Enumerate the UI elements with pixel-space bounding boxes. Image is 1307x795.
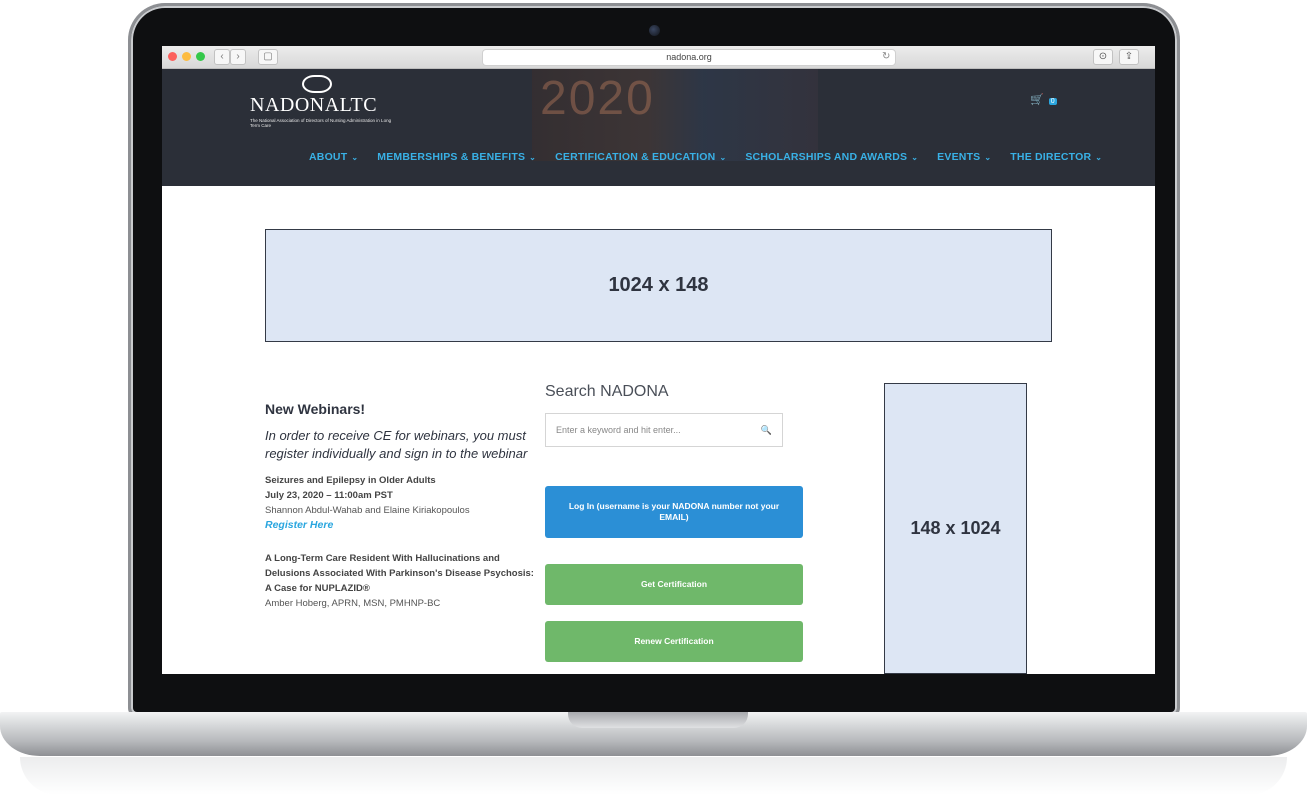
cart-icon: 🛒 [1030, 94, 1044, 106]
banner-text: 2020 [540, 72, 655, 125]
webinar-title: A Long-Term Care Resident With Hallucina… [265, 553, 534, 594]
chevron-down-icon: ⌄ [529, 153, 537, 162]
webinar-item: Seizures and Epilepsy in Older Adults Ju… [265, 473, 535, 533]
webinars-heading: New Webinars! [265, 401, 366, 417]
chevron-down-icon: ⌄ [1095, 153, 1103, 162]
webinar-item: A Long-Term Care Resident With Hallucina… [265, 551, 535, 611]
site-logo[interactable]: NADONALTC The National Association of Di… [250, 75, 400, 128]
webinar-presenters: Shannon Abdul-Wahab and Elaine Kiriakopo… [265, 505, 470, 516]
minimize-window-button[interactable] [182, 52, 191, 61]
logo-tagline: The National Association of Directors of… [250, 118, 392, 128]
nav-item-memberships[interactable]: MEMBERSHIPS & BENEFITS ⌄ [377, 151, 536, 163]
download-icon[interactable]: ⊙ [1093, 49, 1113, 65]
site-header: 2020 NADONALTC The National Association … [162, 69, 1155, 186]
share-icon[interactable]: ⇪ [1119, 49, 1139, 65]
webinars-column: New Webinars! In order to receive CE for… [265, 401, 535, 611]
main-nav: ABOUT ⌄ MEMBERSHIPS & BENEFITS ⌄ CERTIFICA… [309, 151, 1121, 163]
back-icon[interactable]: ‹ [214, 49, 230, 65]
laptop-notch [568, 712, 748, 728]
chevron-down-icon: ⌄ [984, 153, 992, 162]
get-certification-button[interactable]: Get Certification [545, 564, 803, 605]
search-icon[interactable]: 🔍 [761, 425, 772, 436]
webinars-intro: In order to receive CE for webinars, you… [265, 428, 528, 461]
register-link[interactable]: Register Here [265, 519, 333, 531]
address-bar[interactable]: nadona.org [482, 49, 896, 66]
maximize-window-button[interactable] [196, 52, 205, 61]
search-placeholder: Enter a keyword and hit enter... [556, 425, 681, 435]
cart-count-badge: 0 [1048, 98, 1057, 105]
chevron-down-icon: ⌄ [351, 153, 359, 162]
ad-banner-top[interactable]: 1024 x 148 [265, 229, 1052, 342]
browser-toolbar: ‹ › ▢ nadona.org ↻ ⊙ ⇪ [162, 46, 1155, 69]
webinar-title: Seizures and Epilepsy in Older Adults [265, 475, 436, 486]
login-button[interactable]: Log In (username is your NADONA number n… [545, 486, 803, 538]
screen: ‹ › ▢ nadona.org ↻ ⊙ ⇪ 2020 NADONALTC Th… [162, 46, 1155, 674]
nav-item-events[interactable]: EVENTS ⌄ [937, 151, 991, 163]
sidebar-icon[interactable]: ▢ [258, 49, 278, 65]
webinar-date: July 23, 2020 – 11:00am PST [265, 490, 393, 501]
webinar-presenters: Amber Hoberg, APRN, MSN, PMHNP-BC [265, 598, 441, 609]
nav-item-the-director[interactable]: THE DIRECTOR ⌄ [1010, 151, 1102, 163]
renew-certification-button[interactable]: Renew Certification [545, 621, 803, 662]
logo-name: NADONALTC [250, 94, 378, 116]
nav-item-scholarships[interactable]: SCHOLARSHIPS AND AWARDS ⌄ [745, 151, 918, 163]
search-input[interactable]: Enter a keyword and hit enter... 🔍 [545, 413, 783, 447]
laptop-reflection [20, 757, 1287, 795]
close-window-button[interactable] [168, 52, 177, 61]
camera-icon [649, 25, 660, 36]
cart-button[interactable]: 🛒 0 [1030, 93, 1057, 106]
lamp-icon [302, 75, 332, 93]
reload-icon[interactable]: ↻ [882, 49, 890, 64]
nav-item-certification[interactable]: CERTIFICATION & EDUCATION ⌄ [555, 151, 726, 163]
chevron-down-icon: ⌄ [719, 153, 727, 162]
ad-banner-side[interactable]: 148 x 1024 [884, 383, 1027, 674]
search-title: Search NADONA [545, 383, 669, 400]
nav-item-about[interactable]: ABOUT ⌄ [309, 151, 358, 163]
chevron-down-icon: ⌄ [911, 153, 919, 162]
search-column: Search NADONA Enter a keyword and hit en… [545, 383, 807, 662]
forward-icon[interactable]: › [230, 49, 246, 65]
